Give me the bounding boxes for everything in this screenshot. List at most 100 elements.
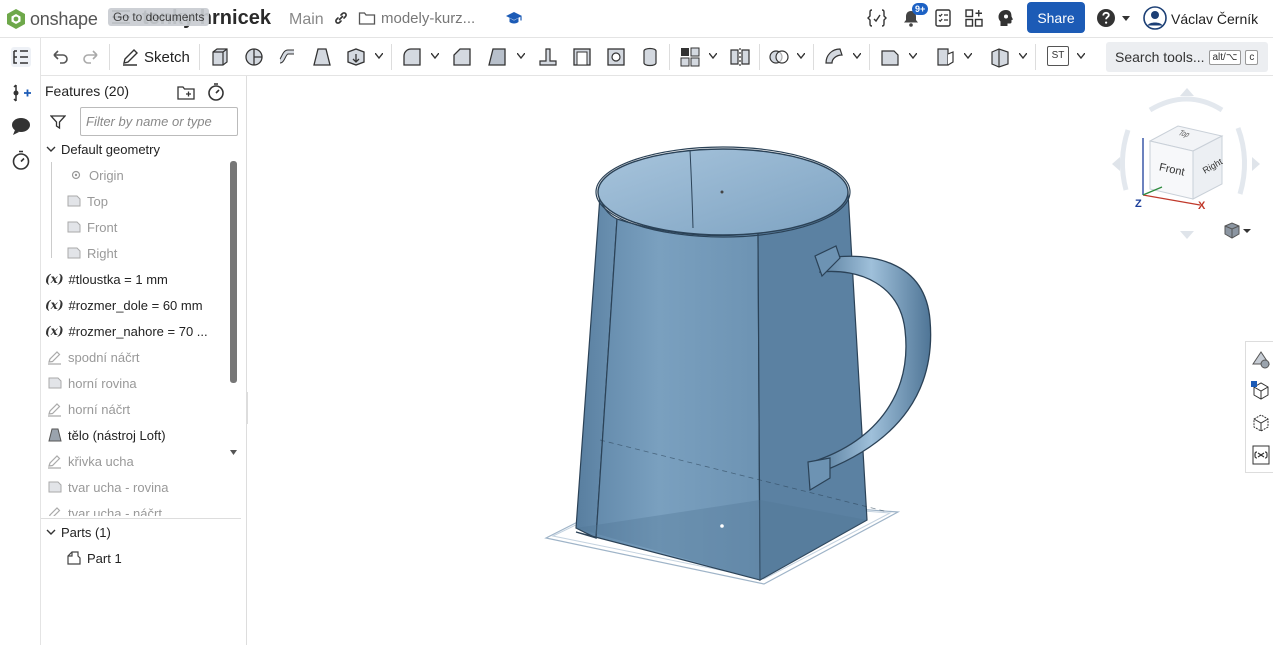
- sweep-icon[interactable]: [277, 46, 299, 68]
- feature-item[interactable]: křivka ucha: [47, 448, 134, 474]
- onshape-logo[interactable]: onshape: [6, 8, 98, 30]
- scrollbar-thumb[interactable]: [230, 161, 237, 383]
- pencil-icon: [123, 49, 138, 66]
- mirror-icon[interactable]: [729, 46, 751, 68]
- view-cube-right-arrow: [1252, 157, 1260, 171]
- undo-icon[interactable]: [49, 46, 71, 68]
- variables-icon[interactable]: [867, 8, 887, 28]
- plane-top-label: Top: [87, 193, 108, 209]
- app-store-icon[interactable]: [964, 8, 984, 28]
- part-label: Part 1: [87, 550, 122, 566]
- part-item[interactable]: Part 1: [66, 545, 122, 571]
- toolbar-separator: [759, 44, 760, 70]
- redo-icon[interactable]: [80, 46, 102, 68]
- mass-properties-icon[interactable]: [1250, 380, 1272, 402]
- split-icon[interactable]: [823, 46, 845, 68]
- variable-label: #tloustka = 1 mm: [68, 271, 168, 287]
- view-cube-menu[interactable]: [1223, 221, 1251, 241]
- chevron-down-icon[interactable]: [1077, 53, 1085, 59]
- shortcut-key-alt: alt/⌥: [1208, 49, 1242, 65]
- variable-tloustka[interactable]: (x) #tloustka = 1 mm: [45, 266, 168, 292]
- chevron-down-icon[interactable]: [709, 53, 717, 59]
- chevron-down-icon[interactable]: [853, 53, 861, 59]
- rib-icon[interactable]: [537, 46, 559, 68]
- feature-item[interactable]: spodní náčrt: [47, 344, 140, 370]
- link-icon[interactable]: [333, 10, 349, 26]
- origin-item[interactable]: Origin: [68, 162, 124, 188]
- view-section-icon[interactable]: [989, 46, 1011, 68]
- plane-icon[interactable]: [879, 46, 901, 68]
- chevron-down-icon[interactable]: [964, 53, 972, 59]
- feature-label: tělo (nástroj Loft): [68, 427, 166, 443]
- feature-item[interactable]: tvar ucha - náčrt: [47, 500, 162, 516]
- onshape-logo-icon: [7, 9, 25, 29]
- rollback-stopwatch-icon[interactable]: [206, 82, 226, 102]
- extrude-icon[interactable]: [209, 46, 231, 68]
- surface-tools-button[interactable]: ST: [1047, 46, 1069, 66]
- origin-dot: [720, 524, 724, 528]
- branch-name[interactable]: Main: [289, 11, 324, 29]
- parts-folder[interactable]: Parts (1): [46, 519, 111, 545]
- chevron-down-icon[interactable]: [797, 53, 805, 59]
- measure-icon[interactable]: [1250, 412, 1272, 434]
- variable-table-icon[interactable]: [1250, 444, 1272, 466]
- origin-label: Origin: [89, 167, 124, 183]
- feature-list-icon[interactable]: [10, 46, 32, 68]
- view-cube-left-arrow: [1112, 157, 1120, 171]
- feature-filter-input[interactable]: [80, 107, 238, 136]
- folder-icon[interactable]: [358, 10, 376, 26]
- feature-label: tvar ucha - náčrt: [68, 505, 162, 517]
- folder-name[interactable]: modely-kurz...: [381, 10, 475, 27]
- sheet-metal-icon[interactable]: [934, 46, 956, 68]
- revolve-icon[interactable]: [243, 46, 265, 68]
- tasks-icon[interactable]: [933, 8, 953, 28]
- performance-stopwatch-icon[interactable]: [10, 149, 32, 171]
- chamfer-icon[interactable]: [451, 46, 473, 68]
- user-avatar-icon[interactable]: [1143, 6, 1167, 30]
- loft-icon[interactable]: [311, 46, 333, 68]
- variable-rozmer-nahore[interactable]: (x) #rozmer_nahore = 70 ...: [45, 318, 208, 344]
- filter-icon[interactable]: [50, 114, 66, 130]
- cylinder-icon[interactable]: [639, 46, 661, 68]
- chevron-down-icon[interactable]: [46, 144, 56, 154]
- shell-icon[interactable]: [571, 46, 593, 68]
- chevron-down-icon[interactable]: [1019, 53, 1027, 59]
- thicken-icon[interactable]: [345, 46, 367, 68]
- features-title: Features (20): [45, 83, 130, 99]
- default-geometry-folder[interactable]: Default geometry: [46, 136, 160, 162]
- feature-item[interactable]: tělo (nástroj Loft): [47, 422, 166, 448]
- origin-icon: [71, 170, 81, 180]
- hole-icon[interactable]: [605, 46, 627, 68]
- help-chevron-down-icon[interactable]: [1122, 16, 1130, 22]
- appearance-icon[interactable]: [1250, 348, 1272, 370]
- plane-front-item[interactable]: Front: [66, 214, 117, 240]
- graphics-viewport[interactable]: Z X Top Front Right: [248, 76, 1273, 645]
- view-cube[interactable]: [1112, 88, 1260, 239]
- feature-item[interactable]: tvar ucha - rovina: [47, 474, 168, 500]
- draft-icon[interactable]: [486, 46, 508, 68]
- sketch-button[interactable]: Sketch: [121, 46, 190, 68]
- share-button[interactable]: Share: [1027, 2, 1085, 33]
- fillet-icon[interactable]: [401, 46, 423, 68]
- plane-right-item[interactable]: Right: [66, 240, 117, 266]
- add-folder-icon[interactable]: [176, 82, 196, 102]
- chevron-down-icon[interactable]: [375, 53, 383, 59]
- learning-center-icon[interactable]: [505, 9, 523, 27]
- linear-pattern-icon[interactable]: [679, 46, 701, 68]
- feature-item[interactable]: horní náčrt: [47, 396, 130, 422]
- insert-part-icon[interactable]: [10, 82, 32, 104]
- variable-rozmer-dole[interactable]: (x) #rozmer_dole = 60 mm: [45, 292, 203, 318]
- user-name[interactable]: Václav Černík: [1171, 11, 1258, 27]
- plane-top-item[interactable]: Top: [66, 188, 108, 214]
- search-tools[interactable]: Search tools... alt/⌥ c: [1106, 42, 1268, 72]
- boolean-icon[interactable]: [768, 46, 790, 68]
- comments-icon[interactable]: [10, 115, 32, 137]
- chevron-down-icon[interactable]: [431, 53, 439, 59]
- feature-item[interactable]: horní rovina: [47, 370, 137, 396]
- ai-advisor-icon[interactable]: [996, 8, 1016, 28]
- chevron-down-icon[interactable]: [46, 527, 56, 537]
- chevron-down-icon[interactable]: [517, 53, 525, 59]
- help-icon[interactable]: [1096, 8, 1116, 28]
- chevron-down-icon[interactable]: [909, 53, 917, 59]
- mug-model[interactable]: [248, 76, 1273, 645]
